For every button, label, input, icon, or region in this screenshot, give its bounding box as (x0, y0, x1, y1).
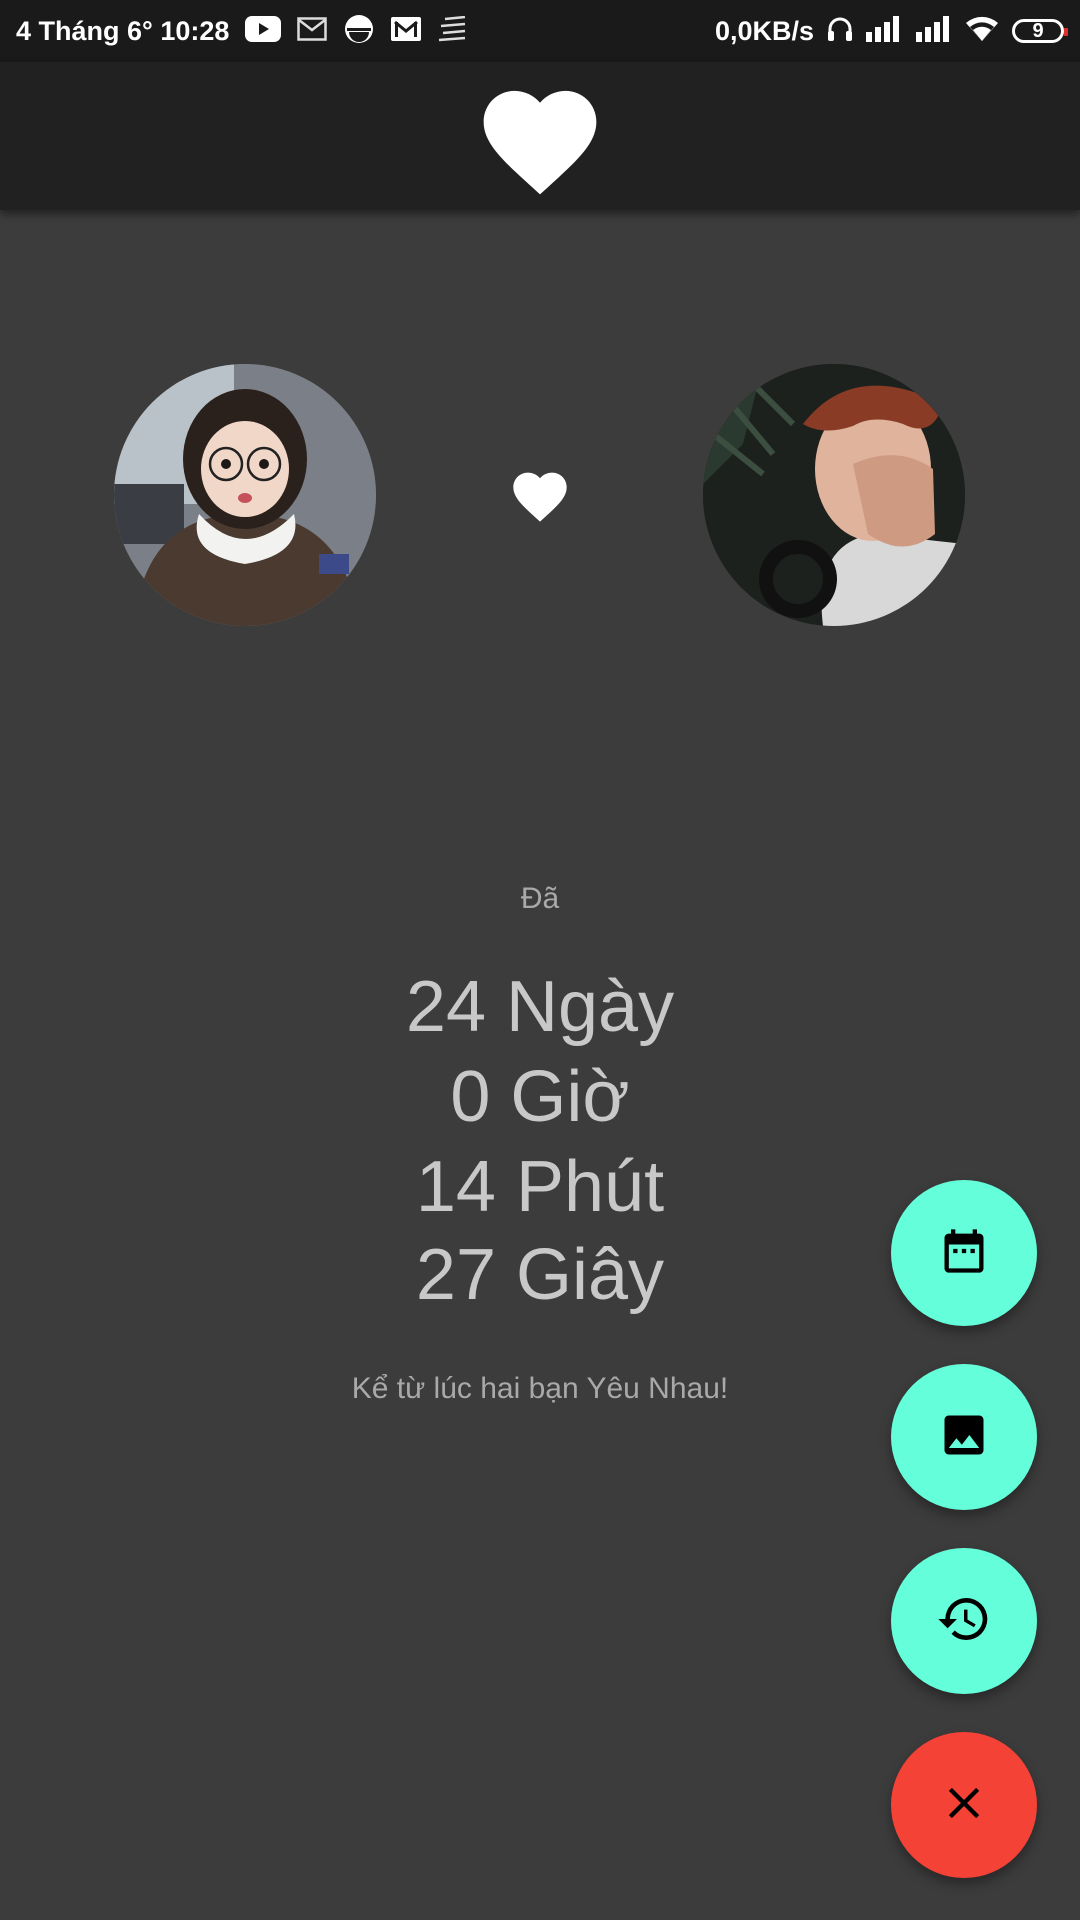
signal-icon (866, 15, 904, 47)
calendar-icon (938, 1225, 990, 1282)
counter-hours: 0 Giờ (450, 1057, 630, 1137)
mail-icon (297, 16, 328, 46)
battery-level: 9 (1032, 19, 1044, 42)
image-icon (938, 1409, 990, 1466)
network-speed: 0,0KB/s (714, 15, 814, 46)
close-icon (938, 1777, 990, 1834)
battery-icon: 9 (1012, 19, 1068, 43)
signal-icon (916, 15, 954, 47)
heart-icon[interactable] (472, 74, 608, 203)
history-icon (936, 1591, 992, 1652)
counter-prefix: Đã (520, 882, 560, 915)
calendar-button[interactable] (891, 1180, 1037, 1326)
menu-lines-icon (437, 15, 467, 47)
status-time: 4 Tháng 6° 10:28 (16, 15, 230, 46)
heart-icon (508, 464, 572, 529)
headphones-icon (826, 15, 854, 48)
image-button[interactable] (891, 1364, 1037, 1510)
history-button[interactable] (891, 1548, 1037, 1694)
circle-icon (343, 13, 375, 50)
wifi-icon (966, 16, 998, 47)
gmail-icon (391, 16, 422, 46)
youtube-icon (245, 15, 282, 47)
avatar-right[interactable] (703, 364, 965, 626)
avatar-left[interactable] (114, 364, 376, 626)
status-bar: 4 Tháng 6° 10:28 0,0KB/s 9 (0, 0, 1080, 62)
app-bar (0, 62, 1080, 210)
counter-days: 24 Ngày (405, 967, 675, 1047)
close-button[interactable] (891, 1732, 1037, 1878)
